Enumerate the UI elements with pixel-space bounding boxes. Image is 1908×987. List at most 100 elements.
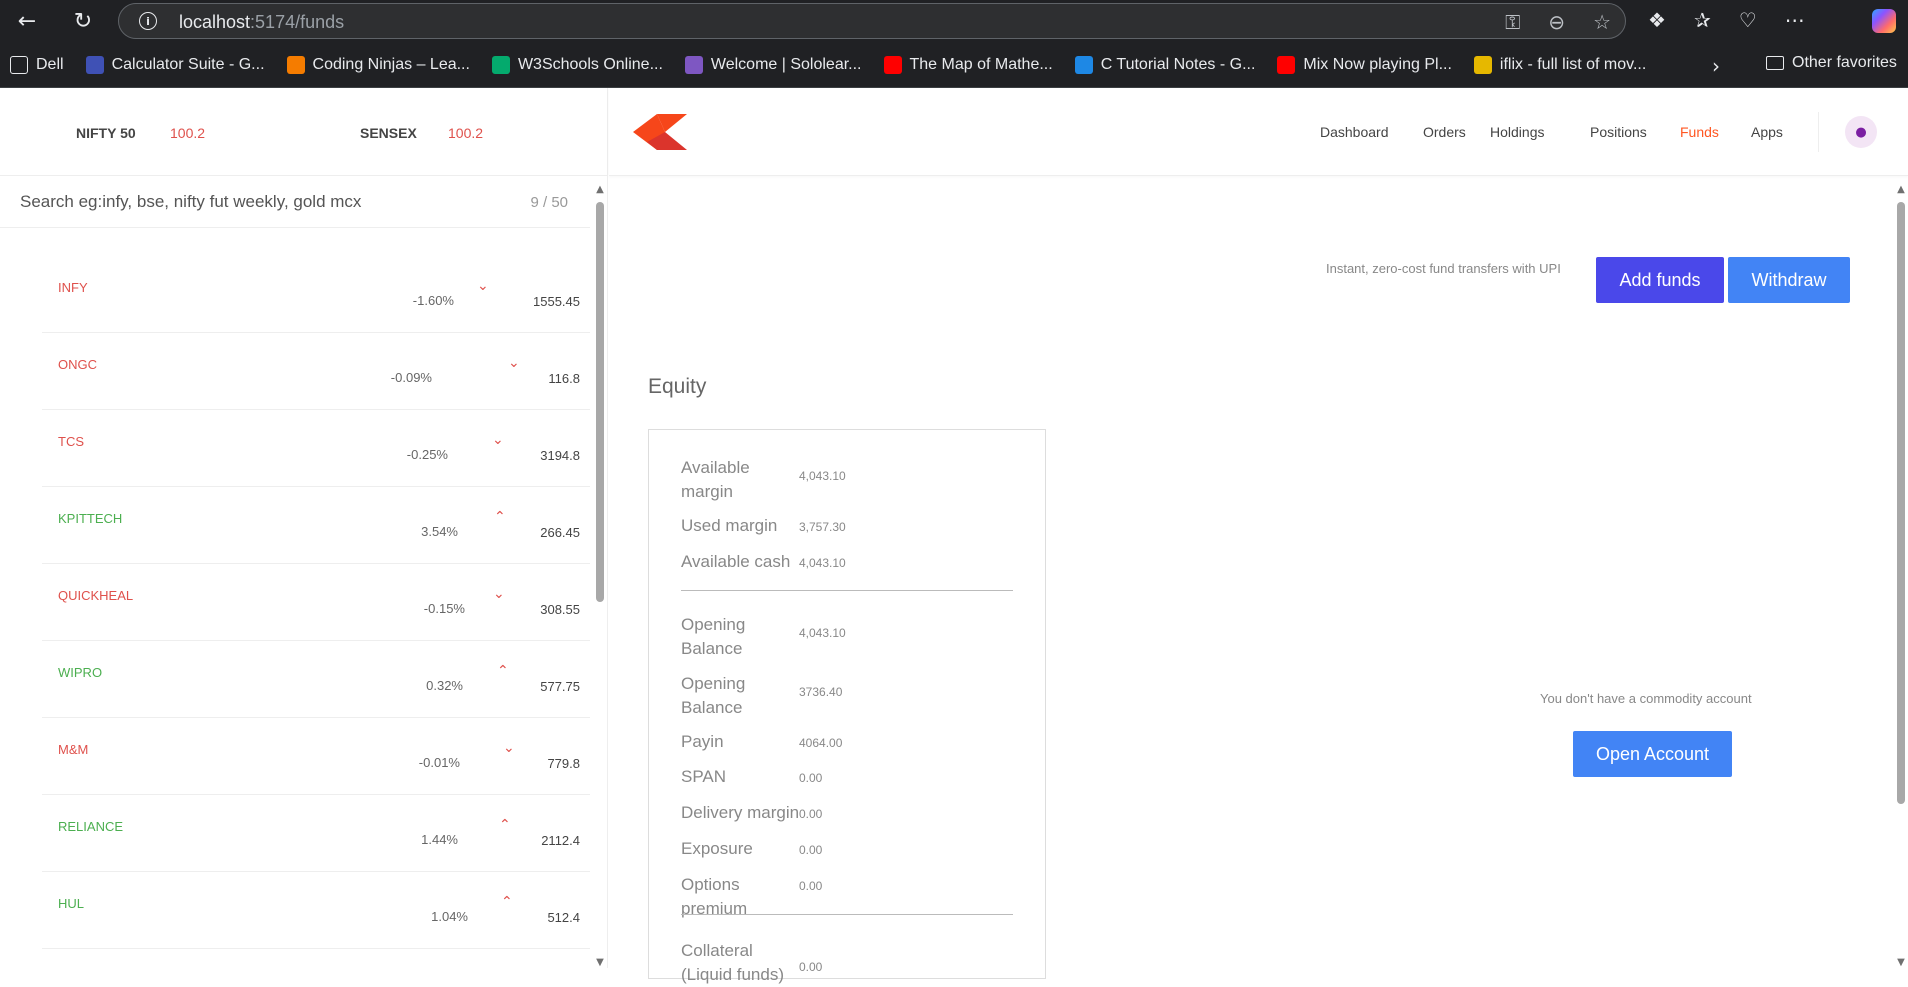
nav-holdings[interactable]: Holdings bbox=[1490, 124, 1544, 140]
stock-name: ONGC bbox=[58, 357, 97, 372]
bookmark-item[interactable]: Mix Now playing Pl... bbox=[1277, 55, 1452, 74]
main-panel: Dashboard Orders Holdings Positions Fund… bbox=[609, 88, 1908, 984]
separator bbox=[681, 590, 1013, 591]
nav-apps[interactable]: Apps bbox=[1751, 124, 1783, 140]
chevron-up-icon: ⌃ bbox=[494, 509, 506, 525]
search-box: 9 / 50 bbox=[0, 176, 590, 228]
stock-name: HUL bbox=[58, 896, 85, 911]
equity-label: Opening Balance bbox=[681, 674, 746, 717]
bookmark-item[interactable]: Calculator Suite - G... bbox=[85, 55, 265, 74]
bookmark-item[interactable]: Welcome | Sololear... bbox=[684, 55, 862, 74]
equity-label: SPAN bbox=[681, 767, 727, 786]
commodity-message: You don't have a commodity account bbox=[1540, 691, 1752, 706]
health-icon[interactable]: ♡ bbox=[1739, 8, 1757, 32]
stock-price: 779.8 bbox=[547, 756, 580, 771]
search-input[interactable] bbox=[20, 176, 500, 228]
address-bar[interactable]: i localhost:5174/funds ⚿ ⊖ ☆ bbox=[118, 3, 1626, 39]
more-icon[interactable]: ⋯ bbox=[1785, 8, 1805, 32]
back-arrow-icon[interactable]: ← bbox=[12, 6, 42, 36]
stock-name: INFY bbox=[58, 280, 88, 295]
stock-percent: -0.09% bbox=[390, 370, 432, 385]
key-icon[interactable]: ⚿ bbox=[1505, 10, 1520, 34]
nav-divider bbox=[1818, 112, 1819, 152]
chevron-down-icon: ⌄ bbox=[503, 740, 515, 756]
equity-value: 0.00 bbox=[799, 843, 823, 857]
stock-price: 266.45 bbox=[540, 525, 580, 540]
stock-percent: -1.60% bbox=[412, 293, 454, 308]
watchlist-row[interactable]: RELIANCE 1.44% ⌃ 2112.4 bbox=[42, 795, 590, 872]
bookmark-item[interactable]: iflix - full list of mov... bbox=[1473, 55, 1646, 74]
watchlist-row[interactable]: QUICKHEAL -0.15% ⌄ 308.55 bbox=[42, 564, 590, 641]
app: NIFTY 50 100.2 SENSEX 100.2 9 / 50 INFY -… bbox=[0, 88, 1908, 984]
stock-percent: -0.15% bbox=[423, 601, 465, 616]
watchlist-row[interactable]: M&M -0.01% ⌄ 779.8 bbox=[42, 718, 590, 795]
nav-dashboard[interactable]: Dashboard bbox=[1320, 124, 1389, 140]
withdraw-button[interactable]: Withdraw bbox=[1728, 257, 1850, 303]
watchlist-row[interactable]: KPITTECH 3.54% ⌃ 266.45 bbox=[42, 487, 590, 564]
scroll-down-icon[interactable]: ▼ bbox=[1894, 957, 1908, 968]
copilot-icon[interactable] bbox=[1872, 9, 1896, 33]
nav-positions[interactable]: Positions bbox=[1590, 124, 1647, 140]
chevron-down-icon: ⌄ bbox=[508, 355, 520, 371]
scroll-up-icon[interactable]: ▲ bbox=[1894, 184, 1908, 195]
scrollbar-thumb[interactable] bbox=[596, 202, 604, 602]
reload-icon[interactable]: ↻ bbox=[68, 6, 98, 36]
stock-price: 512.4 bbox=[547, 910, 580, 925]
equity-value: 4,043.10 bbox=[799, 626, 846, 640]
chevron-right-icon[interactable]: › bbox=[1712, 54, 1720, 78]
stock-percent: 1.44% bbox=[421, 832, 458, 847]
chevron-up-icon: ⌃ bbox=[499, 817, 511, 833]
equity-value: 0.00 bbox=[799, 771, 823, 785]
bookmark-favicon-icon bbox=[286, 55, 305, 74]
bookmark-favicon-icon bbox=[1074, 55, 1093, 74]
url-text[interactable]: localhost:5174/funds bbox=[179, 12, 344, 33]
extensions-icon[interactable]: ❖ bbox=[1648, 8, 1666, 32]
stock-price: 2112.4 bbox=[541, 833, 580, 848]
watchlist-row[interactable]: TCS -0.25% ⌄ 3194.8 bbox=[42, 410, 590, 487]
main-scrollbar[interactable]: ▲ ▼ bbox=[1894, 184, 1908, 968]
watchlist-row[interactable]: ONGC -0.09% ⌄ 116.8 bbox=[42, 333, 590, 410]
equity-label: Collateral (Liquid funds) bbox=[681, 941, 785, 984]
bookmark-item[interactable]: The Map of Mathe... bbox=[883, 55, 1053, 74]
stock-percent: 0.32% bbox=[426, 678, 463, 693]
index-name-nifty: NIFTY 50 bbox=[76, 125, 136, 141]
scrollbar-thumb[interactable] bbox=[1897, 202, 1905, 804]
top-nav: Dashboard Orders Holdings Positions Fund… bbox=[609, 88, 1908, 176]
bookmark-item[interactable]: C Tutorial Notes - G... bbox=[1074, 55, 1255, 74]
watchlist: INFY -1.60% ⌄ 1555.45 ONGC -0.09% ⌄ 116.8 TCS -0.… bbox=[42, 256, 590, 949]
equity-value: 4,043.10 bbox=[799, 469, 846, 483]
watchlist-row[interactable]: INFY -1.60% ⌄ 1555.45 bbox=[42, 256, 590, 333]
scroll-down-icon[interactable]: ▼ bbox=[594, 957, 606, 968]
equity-label: Payin bbox=[681, 732, 724, 751]
folder-icon bbox=[1766, 56, 1784, 70]
kite-logo[interactable] bbox=[631, 112, 689, 152]
scroll-up-icon[interactable]: ▲ bbox=[594, 184, 606, 195]
nav-funds[interactable]: Funds bbox=[1680, 124, 1719, 140]
bookmark-item[interactable]: Coding Ninjas – Lea... bbox=[286, 55, 470, 74]
open-account-button[interactable]: Open Account bbox=[1573, 731, 1732, 777]
favorites-icon[interactable]: ✰ bbox=[1694, 8, 1711, 32]
separator bbox=[681, 914, 1013, 915]
equity-label: Opening Balance bbox=[681, 615, 746, 658]
stock-price: 3194.8 bbox=[540, 448, 580, 463]
bookmark-favicon-icon bbox=[684, 55, 703, 74]
index-name-sensex: SENSEX bbox=[360, 125, 417, 141]
site-info-icon[interactable]: i bbox=[139, 12, 157, 30]
watchlist-scrollbar[interactable]: ▲ ▼ bbox=[594, 184, 606, 968]
equity-value: 3,757.30 bbox=[799, 520, 846, 534]
add-funds-button[interactable]: Add funds bbox=[1596, 257, 1724, 303]
star-icon[interactable]: ☆ bbox=[1593, 10, 1611, 34]
user-avatar-icon[interactable]: ● bbox=[1845, 116, 1877, 148]
watchlist-row[interactable]: WIPRO 0.32% ⌃ 577.75 bbox=[42, 641, 590, 718]
chevron-down-icon: ⌄ bbox=[493, 586, 505, 602]
other-favorites[interactable]: Other favorites bbox=[1766, 54, 1897, 72]
stock-name: RELIANCE bbox=[58, 819, 124, 834]
bookmark-item[interactable]: Dell bbox=[10, 55, 64, 74]
index-value-nifty: 100.2 bbox=[170, 125, 206, 141]
watchlist-row[interactable]: HUL 1.04% ⌃ 512.4 bbox=[42, 872, 590, 949]
nav-orders[interactable]: Orders bbox=[1423, 124, 1466, 140]
zoom-icon[interactable]: ⊖ bbox=[1548, 10, 1565, 34]
watchlist-panel: NIFTY 50 100.2 SENSEX 100.2 9 / 50 INFY -… bbox=[0, 88, 608, 968]
stock-name: TCS bbox=[58, 434, 84, 449]
bookmark-item[interactable]: W3Schools Online... bbox=[491, 55, 663, 74]
